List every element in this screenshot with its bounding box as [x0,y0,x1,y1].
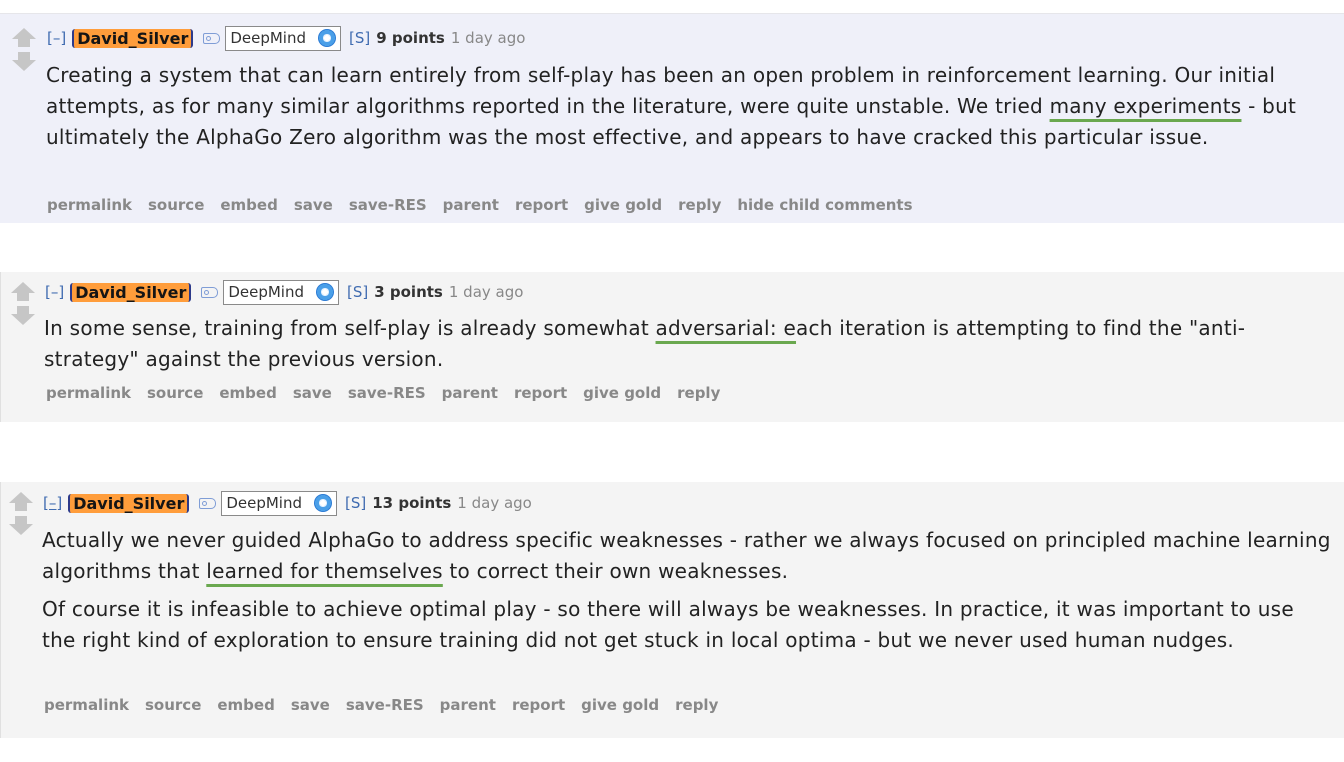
upvote-arrow-icon[interactable] [10,280,36,304]
comment-3: [–] David_Silver DeepMind [S] 13 points … [0,482,1344,738]
report-button[interactable]: report [512,696,565,714]
source-button[interactable]: source [148,196,204,214]
source-button[interactable]: source [147,384,203,402]
embed-button[interactable]: embed [219,384,276,402]
reply-button[interactable]: reply [677,384,720,402]
deepmind-logo-icon [314,494,332,512]
highlighted-phrase: many experiments [1049,94,1242,118]
vote-controls [11,26,37,74]
hide-child-comments-button[interactable]: hide child comments [737,196,912,214]
flair-label: DeepMind [228,283,304,301]
give-gold-button[interactable]: give gold [581,696,659,714]
user-tag-icon[interactable] [199,497,217,509]
comment-body: Actually we never guided AlphaGo to addr… [42,525,1332,656]
highlighted-phrase: learned for themselves [206,559,443,583]
upvote-arrow-icon[interactable] [8,490,34,514]
comment-paragraph: Creating a system that can learn entirel… [46,60,1331,153]
vote-controls [8,490,34,538]
give-gold-button[interactable]: give gold [584,196,662,214]
save-button[interactable]: save [294,196,333,214]
text-segment: to correct their own weaknesses. [442,559,789,583]
user-tag-icon[interactable] [203,32,221,44]
source-button[interactable]: source [145,696,201,714]
collapse-toggle[interactable]: [–] [47,29,66,47]
save-res-button[interactable]: save-RES [349,196,427,214]
vote-controls [10,280,36,328]
reply-button[interactable]: reply [678,196,721,214]
collapse-toggle[interactable]: [–] [43,494,62,512]
comment-tagline: [–] David_Silver DeepMind [S] 9 points 1… [47,24,525,52]
submitter-tag[interactable]: [S] [345,494,366,512]
deepmind-logo-icon [316,283,334,301]
give-gold-button[interactable]: give gold [583,384,661,402]
comment-2: [–] David_Silver DeepMind [S] 3 points 1… [0,272,1344,422]
user-flair: DeepMind [225,25,341,51]
permalink-button[interactable]: permalink [44,696,129,714]
downvote-arrow-icon[interactable] [10,304,36,328]
comment-time: 1 day ago [457,494,532,512]
author-link[interactable]: David_Silver [72,28,194,48]
collapse-toggle[interactable]: [–] [45,283,64,301]
comment-time: 1 day ago [450,29,526,47]
deepmind-logo-icon [318,29,336,47]
author-link[interactable]: David_Silver [68,493,190,513]
comment-score: 3 points [374,283,443,301]
user-tag-icon[interactable] [201,286,219,298]
comment-buttons: permalink source embed save save-RES par… [47,196,929,214]
report-button[interactable]: report [515,196,568,214]
comment-1: [–] David_Silver DeepMind [S] 9 points 1… [0,13,1344,223]
comment-time: 1 day ago [448,283,524,301]
comment-tagline: [–] David_Silver DeepMind [S] 3 points 1… [45,278,523,306]
comment-paragraph: Of course it is infeasible to achieve op… [42,597,1294,652]
comment-paragraph: In some sense, training from self-play i… [44,313,1329,375]
text-segment: In some sense, training from self-play i… [44,316,656,340]
highlighted-phrase: adversarial: e [655,316,797,340]
upvote-arrow-icon[interactable] [11,26,37,50]
save-res-button[interactable]: save-RES [348,384,426,402]
user-flair: DeepMind [221,490,337,516]
reply-button[interactable]: reply [675,696,718,714]
downvote-arrow-icon[interactable] [11,50,37,74]
comment-body: Creating a system that can learn entirel… [46,60,1331,153]
comment-body: In some sense, training from self-play i… [44,313,1329,375]
user-flair: DeepMind [223,279,339,305]
permalink-button[interactable]: permalink [47,196,132,214]
parent-button[interactable]: parent [440,696,496,714]
embed-button[interactable]: embed [217,696,274,714]
save-res-button[interactable]: save-RES [346,696,424,714]
comment-buttons: permalink source embed save save-RES par… [44,696,734,714]
flair-label: DeepMind [226,494,302,512]
permalink-button[interactable]: permalink [46,384,131,402]
parent-button[interactable]: parent [442,384,498,402]
author-link[interactable]: David_Silver [70,282,192,302]
comment-score: 13 points [372,494,452,512]
downvote-arrow-icon[interactable] [8,514,34,538]
save-button[interactable]: save [293,384,332,402]
comment-score: 9 points [376,29,445,47]
submitter-tag[interactable]: [S] [347,283,368,301]
flair-label: DeepMind [230,29,306,47]
parent-button[interactable]: parent [443,196,499,214]
submitter-tag[interactable]: [S] [349,29,370,47]
report-button[interactable]: report [514,384,567,402]
embed-button[interactable]: embed [220,196,277,214]
save-button[interactable]: save [291,696,330,714]
comment-buttons: permalink source embed save save-RES par… [46,384,736,402]
comment-tagline: [–] David_Silver DeepMind [S] 13 points … [43,489,532,517]
comment-paragraph: Actually we never guided AlphaGo to addr… [42,525,1332,587]
